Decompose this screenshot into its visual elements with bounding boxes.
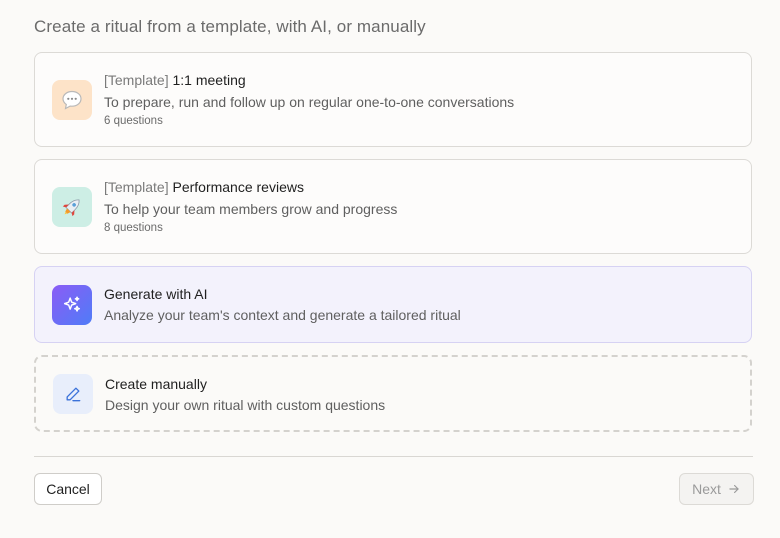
question-count: 8 questions (104, 222, 163, 234)
option-description: To help your team members grow and progr… (104, 201, 398, 217)
option-description: To prepare, run and follow up on regular… (104, 94, 515, 110)
template-prefix: [Template] (104, 179, 169, 195)
option-description: Analyze your team's context and generate… (104, 307, 461, 323)
next-button[interactable]: Next (679, 473, 754, 505)
option-card-performance-reviews[interactable]: [Template] Performance reviews To help y… (34, 159, 752, 254)
option-card-create-manually[interactable]: Create manually Design your own ritual w… (34, 355, 752, 432)
template-prefix: [Template] (104, 72, 169, 88)
sparkles-icon (52, 285, 92, 325)
rocket-icon (52, 187, 92, 227)
option-card-generate-with-ai[interactable]: Generate with AI Analyze your team's con… (34, 266, 752, 343)
next-label: Next (692, 481, 721, 497)
option-title: [Template] 1:1 meeting (104, 72, 246, 88)
page-heading: Create a ritual from a template, with AI… (34, 17, 426, 36)
option-title-text: Performance reviews (172, 179, 304, 195)
option-description: Design your own ritual with custom quest… (105, 397, 386, 413)
arrow-right-icon (729, 484, 739, 494)
option-title: Generate with AI (104, 286, 208, 302)
pen-icon (53, 374, 93, 414)
option-card-1-1-meeting[interactable]: [Template] 1:1 meeting To prepare, run a… (34, 52, 752, 147)
speech-bubble-icon (52, 80, 92, 120)
option-title: [Template] Performance reviews (104, 179, 304, 195)
cancel-label: Cancel (46, 481, 90, 497)
question-count: 6 questions (104, 115, 163, 127)
cancel-button[interactable]: Cancel (34, 473, 102, 505)
footer-divider (34, 456, 753, 457)
option-title: Create manually (105, 376, 207, 392)
option-title-text: 1:1 meeting (172, 72, 246, 88)
